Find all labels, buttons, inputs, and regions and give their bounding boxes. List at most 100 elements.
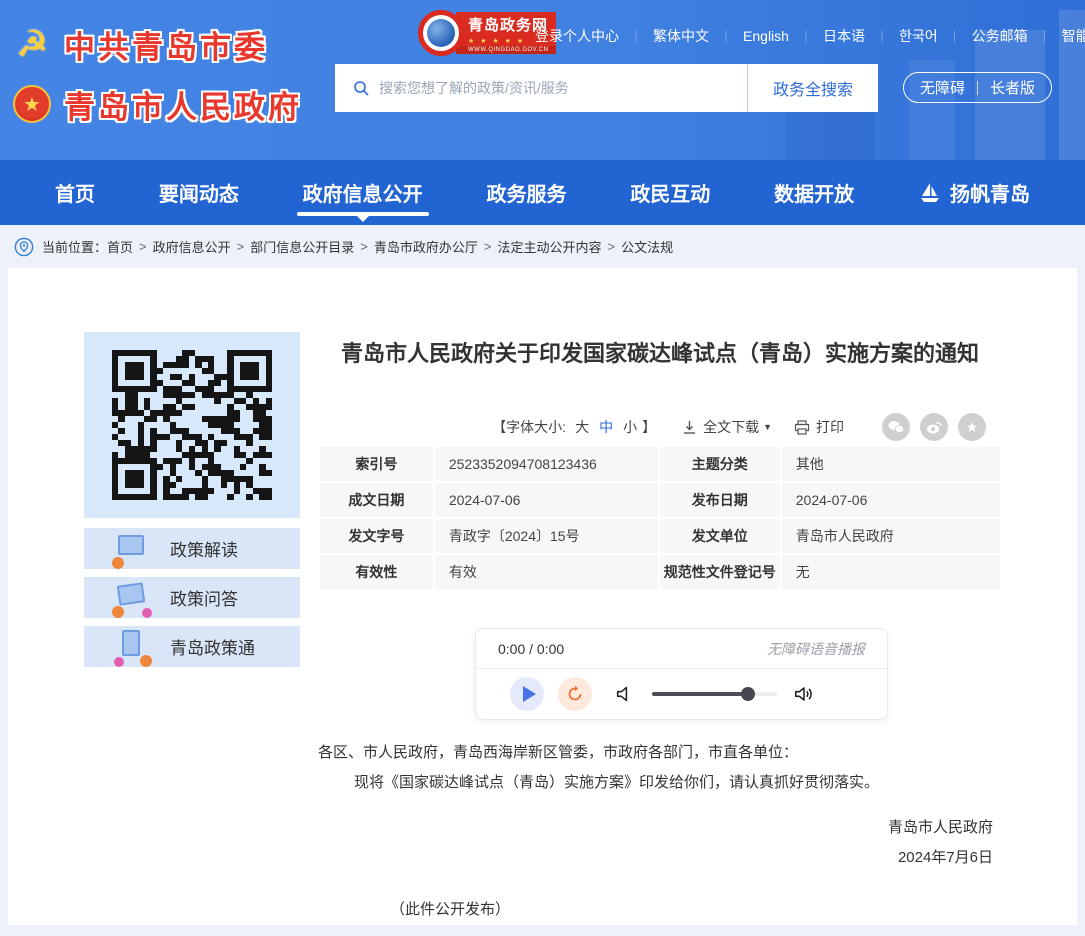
search-bar: 政务全搜索 [335, 64, 878, 112]
audio-player: 0:00 / 0:00 无障碍语音播报 [475, 628, 888, 720]
volume-slider-thumb[interactable] [741, 687, 755, 701]
elder-version-button[interactable]: 长者版 [990, 77, 1035, 98]
volume-slider[interactable] [652, 692, 777, 696]
search-icon [353, 80, 369, 96]
divider: ｜ [630, 28, 642, 45]
meta-value-publish-date: 2024-07-06 [781, 482, 1001, 518]
table-row: 成文日期 2024-07-06 发布日期 2024-07-06 [319, 482, 1001, 518]
breadcrumb-official-docs[interactable]: 公文法规 [621, 237, 673, 256]
printer-icon [794, 420, 810, 435]
divider: ｜ [949, 28, 961, 45]
font-size-medium[interactable]: 中 [599, 417, 613, 437]
link-english[interactable]: English [743, 28, 789, 44]
favorite-button[interactable]: ★ [958, 413, 986, 441]
meta-value-registration-number: 无 [781, 554, 1001, 590]
signer-name: 青岛市人民政府 [318, 813, 993, 843]
link-smart-qa[interactable]: 智能问答 [1062, 26, 1085, 46]
meta-label-registration-number: 规范性文件登记号 [659, 554, 781, 590]
font-size-label: 【字体大小: [492, 417, 566, 437]
meta-value-written-date: 2024-07-06 [434, 482, 659, 518]
page: ☭ 中共青岛市委 ★ 青岛市人民政府 青岛政务网 ★ ★ ★ ★ ★ WWW.Q… [0, 0, 1085, 936]
font-size-large[interactable]: 大 [575, 417, 589, 437]
gov-logo-row[interactable]: ★ 青岛市人民政府 [12, 78, 302, 130]
volume-slider-fill [652, 692, 748, 696]
meta-label-validity: 有效性 [319, 554, 434, 590]
article-toolbar: 【字体大小: 大 中 小 】 全文下载 ▼ 打印 [318, 412, 1002, 442]
nav-item-news[interactable]: 要闻动态 [159, 160, 239, 225]
site-header: ☭ 中共青岛市委 ★ 青岛市人民政府 青岛政务网 ★ ★ ★ ★ ★ WWW.Q… [0, 0, 1085, 160]
divider: ｜ [876, 28, 888, 45]
meta-label-publish-date: 发布日期 [659, 482, 781, 518]
audio-accessibility-label: 无障碍语音播报 [767, 639, 865, 659]
audio-time: 0:00 / 0:00 [498, 641, 564, 657]
print-label: 打印 [816, 417, 844, 437]
policy-qa-icon [110, 576, 154, 620]
nav-item-gov-services[interactable]: 政务服务 [486, 160, 566, 225]
nav-item-label: 扬帆青岛 [950, 178, 1030, 207]
party-emblem-icon: ☭ [12, 24, 52, 64]
link-korean[interactable]: 한국어 [899, 26, 938, 46]
volume-up-icon[interactable] [793, 683, 815, 705]
table-row: 发文字号 青政字〔2024〕15号 发文单位 青岛市人民政府 [319, 518, 1001, 554]
nav-item-sail-qingdao[interactable]: 扬帆青岛 [918, 160, 1030, 225]
policy-interpretation-icon [110, 527, 154, 571]
qr-panel [84, 332, 300, 518]
barrier-free-button[interactable]: 无障碍 [920, 77, 965, 98]
meta-value-validity: 有效 [434, 554, 659, 590]
nav-item-gov-info-disclosure[interactable]: 政府信息公开 [303, 160, 423, 225]
qingdao-policy-hub-icon [110, 625, 154, 669]
replay-button[interactable] [558, 677, 592, 711]
wechat-icon [888, 420, 904, 434]
replay-icon [566, 685, 584, 703]
breadcrumb-gov-info[interactable]: 政府信息公开 [153, 237, 231, 256]
breadcrumb-separator: > [237, 239, 245, 254]
breadcrumb-separator: > [139, 239, 147, 254]
signature-block: 青岛市人民政府 2024年7月6日 [318, 813, 993, 873]
table-row: 有效性 有效 规范性文件登记号 无 [319, 554, 1001, 590]
breadcrumb-dept-catalog[interactable]: 部门信息公开目录 [250, 237, 354, 256]
chevron-down-icon: ▼ [763, 422, 772, 432]
national-emblem-icon: ★ [12, 84, 52, 124]
breadcrumb-statutory-disclosure[interactable]: 法定主动公开内容 [497, 237, 601, 256]
link-official-mail[interactable]: 公务邮箱 [972, 26, 1028, 46]
breadcrumb-separator: > [360, 239, 368, 254]
breadcrumb-gov-office[interactable]: 青岛市政府办公厅 [374, 237, 478, 256]
meta-label-category: 主题分类 [659, 446, 781, 482]
document-paragraph: 现将《国家碳达峰试点（青岛）实施方案》印发给你们，请认真抓好贯彻落实。 [318, 768, 1002, 798]
font-size-small[interactable]: 小 [623, 417, 637, 437]
link-login-center[interactable]: 登录个人中心 [535, 26, 619, 46]
sidebar-item-policy-qa[interactable]: 政策问答 [84, 577, 300, 618]
meta-value-category: 其他 [781, 446, 1001, 482]
wechat-share-button[interactable] [882, 413, 910, 441]
breadcrumb-home[interactable]: 首页 [107, 237, 133, 256]
link-traditional-chinese[interactable]: 繁体中文 [653, 26, 709, 46]
globe-icon [418, 10, 464, 56]
sidebar-item-qingdao-policy-hub[interactable]: 青岛政策通 [84, 626, 300, 667]
sidebar-item-policy-interpretation[interactable]: 政策解读 [84, 528, 300, 569]
weibo-share-button[interactable] [920, 413, 948, 441]
search-button[interactable]: 政务全搜索 [748, 64, 878, 112]
font-size-label-close: 】 [642, 417, 656, 437]
topbar-links: 登录个人中心 ｜ 繁体中文 ｜ English ｜ 日本语 ｜ 한국어 ｜ 公务… [535, 26, 1085, 46]
meta-label-index: 索引号 [319, 446, 434, 482]
public-release-note: （此件公开发布） [390, 898, 510, 919]
nav-item-open-data[interactable]: 数据开放 [774, 160, 854, 225]
print-button[interactable]: 打印 [794, 417, 844, 437]
play-button[interactable] [510, 677, 544, 711]
nav-item-home[interactable]: 首页 [55, 160, 95, 225]
party-logo-row[interactable]: ☭ 中共青岛市委 [12, 18, 302, 70]
download-button[interactable]: 全文下载 ▼ [682, 417, 772, 437]
party-org-name: 中共青岛市委 [64, 22, 268, 67]
volume-mute-icon[interactable] [614, 683, 636, 705]
accessibility-pill: 无障碍 长者版 [903, 72, 1052, 103]
search-input[interactable] [379, 80, 747, 96]
sidebar-item-label: 青岛政策通 [170, 634, 255, 659]
location-pin-icon [14, 237, 34, 257]
divider: ｜ [800, 28, 812, 45]
main-nav: 首页 要闻动态 政府信息公开 政务服务 政民互动 数据开放 扬帆青岛 [0, 160, 1085, 225]
sidebar-item-label: 政策问答 [170, 585, 238, 610]
nav-item-interaction[interactable]: 政民互动 [630, 160, 710, 225]
content-card: 政策解读 政策问答 青岛政策通 青岛市人民政府关于印发国家碳达峰试点（青岛）实施… [8, 268, 1077, 925]
breadcrumb-separator: > [484, 239, 492, 254]
link-japanese[interactable]: 日本语 [823, 26, 865, 46]
